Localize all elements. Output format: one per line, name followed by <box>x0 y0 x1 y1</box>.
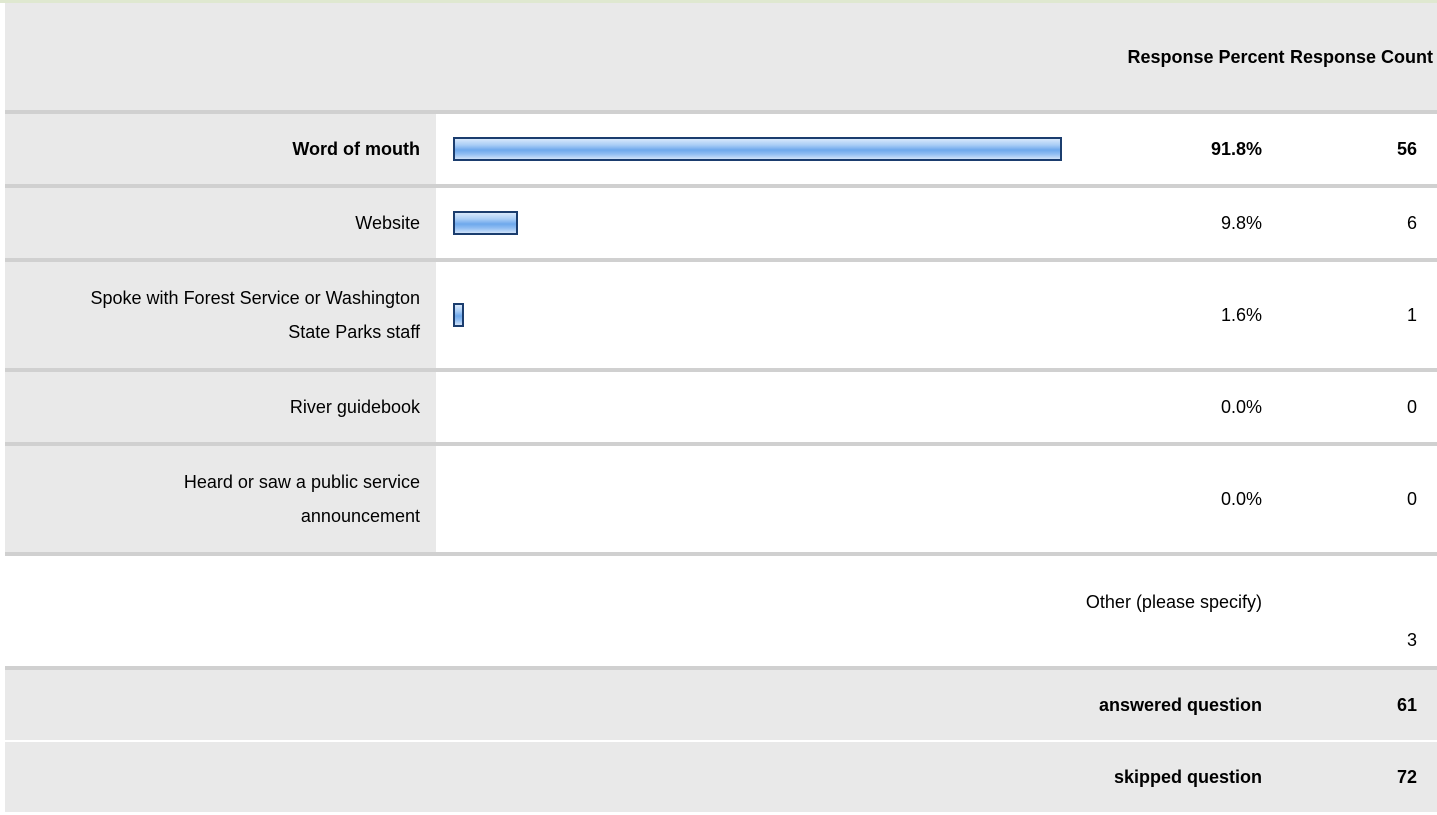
response-count: 56 <box>1286 114 1437 184</box>
other-label: Other (please specify) <box>1085 591 1262 612</box>
bar-cell <box>436 446 1126 552</box>
response-count: 1 <box>1286 262 1437 368</box>
response-table: Response Percent Response Count Word of … <box>5 3 1437 812</box>
other-row: Other (please specify) 3 <box>5 556 1437 666</box>
answered-count: 61 <box>1396 694 1417 715</box>
answer-label: Website <box>5 188 436 258</box>
table-row: Website 9.8% 6 <box>5 188 1437 258</box>
response-percent-header: Response Percent <box>1127 46 1285 67</box>
response-count: 0 <box>1286 446 1437 552</box>
table-header: Response Percent Response Count <box>5 3 1437 110</box>
table-row: Word of mouth 91.8% 56 <box>5 114 1437 184</box>
answer-label: River guidebook <box>5 372 436 442</box>
bar-cell <box>436 262 1126 368</box>
response-percent: 1.6% <box>1126 262 1286 368</box>
skipped-count: 72 <box>1396 766 1417 787</box>
answer-label: Word of mouth <box>5 114 436 184</box>
table-row: Heard or saw a public service announceme… <box>5 446 1437 552</box>
table-row: River guidebook 0.0% 0 <box>5 372 1437 442</box>
table-row: Spoke with Forest Service or Washington … <box>5 262 1437 368</box>
response-percent: 91.8% <box>1126 114 1286 184</box>
skipped-row: skipped question 72 <box>5 742 1437 812</box>
bar-cell <box>436 372 1126 442</box>
response-bar <box>453 137 1062 161</box>
response-bar <box>453 211 518 235</box>
response-percent: 0.0% <box>1126 372 1286 442</box>
response-percent: 0.0% <box>1126 446 1286 552</box>
response-count: 6 <box>1286 188 1437 258</box>
response-count-header: Response Count <box>1289 46 1433 67</box>
response-percent: 9.8% <box>1126 188 1286 258</box>
response-bar <box>453 303 464 327</box>
skipped-label: skipped question <box>1113 766 1262 787</box>
answer-label: Heard or saw a public service announceme… <box>5 446 436 552</box>
bar-cell <box>436 114 1126 184</box>
response-count: 0 <box>1286 372 1437 442</box>
answered-row: answered question 61 <box>5 670 1437 740</box>
bar-cell <box>436 188 1126 258</box>
answer-label: Spoke with Forest Service or Washington … <box>5 262 436 368</box>
chart-rows: Word of mouth 91.8% 56 Website 9.8% 6 Spoke wi… <box>5 114 1437 556</box>
answered-label: answered question <box>1098 694 1262 715</box>
